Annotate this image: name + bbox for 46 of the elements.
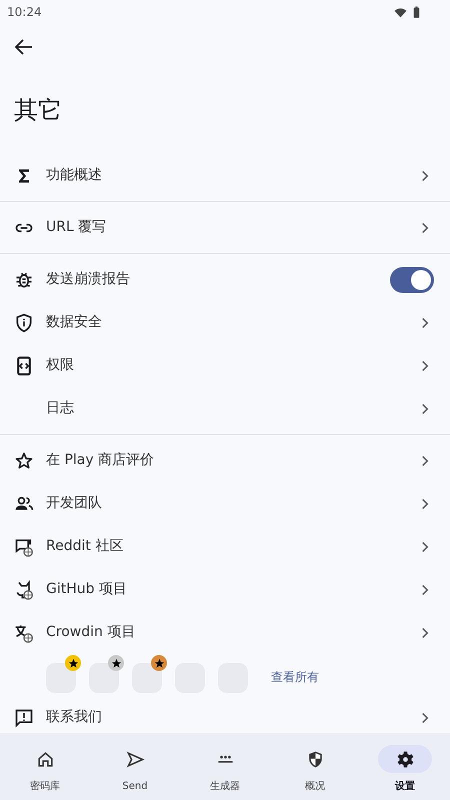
nav-tab[interactable]: 设置	[360, 733, 450, 800]
settings-row[interactable]: 开发团队	[0, 482, 450, 525]
row-label: GitHub 项目	[46, 580, 128, 599]
status-time: 10:24	[7, 4, 42, 21]
nav-tab[interactable]: 生成器	[180, 733, 270, 800]
row-label: 联系我们	[46, 708, 103, 727]
nav-tab[interactable]: 密码库	[0, 733, 90, 800]
star-icon	[14, 450, 34, 470]
settings-row[interactable]: URL 覆写	[0, 206, 450, 249]
row-label: 功能概述	[46, 166, 103, 185]
avatar-placeholder[interactable]	[132, 663, 162, 693]
wifi-icon	[394, 6, 407, 18]
settings-row[interactable]: 权限	[0, 344, 450, 387]
avatar-placeholder[interactable]	[89, 663, 119, 693]
settings-row[interactable]: Crowdin 项目	[0, 611, 450, 654]
row-label: Crowdin 项目	[46, 623, 136, 642]
row-label: 在 Play 商店评价	[46, 451, 156, 470]
page-title: 其它	[14, 95, 62, 126]
screen-globe-icon	[14, 536, 34, 556]
settings-row[interactable]: 数据安全	[0, 301, 450, 344]
settings-row[interactable]: Reddit 社区	[0, 525, 450, 568]
settings-row[interactable]: 在 Play 商店评价	[0, 439, 450, 482]
send-icon	[126, 750, 144, 768]
row-label: 数据安全	[46, 313, 103, 332]
settings-row[interactable]: 联系我们	[0, 696, 450, 733]
avatar-placeholder[interactable]	[46, 663, 76, 693]
phone-icon	[14, 356, 34, 376]
nav-tab[interactable]: 概况	[270, 733, 360, 800]
settings-icon	[396, 750, 414, 768]
nav-tab[interactable]: Send	[90, 733, 180, 800]
settings-row[interactable]: 发送崩溃报告	[0, 258, 450, 301]
row-label: 权限	[46, 356, 75, 375]
view-all-link[interactable]: 查看所有	[271, 668, 319, 686]
message-alert-icon	[14, 708, 34, 728]
settings-row[interactable]: GitHub 项目	[0, 568, 450, 611]
shield-icon	[14, 312, 34, 332]
row-label: 发送崩溃报告	[46, 270, 131, 289]
settings-row[interactable]: 日志	[0, 387, 450, 430]
row-label: URL 覆写	[46, 218, 108, 237]
settings-row[interactable]: 功能概述	[0, 154, 450, 197]
translate-globe-icon	[14, 622, 34, 642]
row-label: 开发团队	[46, 494, 103, 513]
row-label: Reddit 社区	[46, 537, 124, 556]
home-icon	[36, 750, 54, 768]
row-label: 日志	[46, 399, 75, 418]
toggle-switch[interactable]	[390, 266, 434, 292]
